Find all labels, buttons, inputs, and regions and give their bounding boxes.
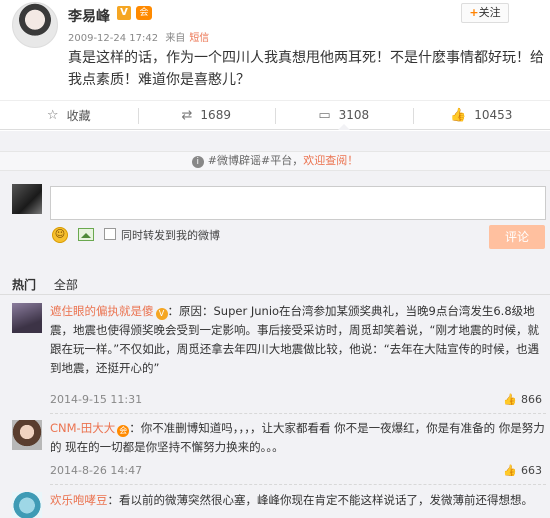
comment-like-button[interactable]: 👍 866 [503, 393, 542, 406]
like-button[interactable]: 👍 10453 [412, 101, 550, 129]
repost-checkbox[interactable] [104, 228, 116, 240]
comment-date: 2014-9-15 11:31 [50, 393, 143, 406]
comment-section: i #微博辟谣#平台，欢迎查阅！ ☺ 同时转发到我的微博 评论 热门 全部 遮住眼… [0, 131, 550, 518]
submit-comment-button[interactable]: 评论 [489, 225, 545, 249]
comment-like-count: 866 [521, 393, 542, 406]
source-prefix: 来自 [165, 33, 186, 44]
post-text: 真是这样的话，作为一个四川人我真想甩他两耳死！不是什麽事情都好玩！给我点素质！难… [68, 50, 544, 88]
follow-button[interactable]: +关注 [461, 3, 509, 23]
image-icon[interactable] [78, 228, 94, 241]
comment-input[interactable] [50, 186, 546, 220]
star-icon: ☆ [46, 107, 59, 123]
verified-badge-icon: V [155, 308, 168, 320]
comment-date: 2014-8-26 14:47 [50, 464, 143, 477]
rumor-notice-bar: i #微博辟谣#平台，欢迎查阅！ [0, 151, 550, 171]
post-source[interactable]: 短信 [189, 33, 209, 44]
comment-like-count: 663 [521, 464, 542, 477]
tabs-divider [0, 294, 550, 295]
comment-icon: ▭ [318, 107, 331, 123]
repost-count: 1689 [200, 108, 231, 122]
comment-tabs: 热门 全部 [12, 276, 92, 293]
commenter-avatar[interactable] [12, 492, 42, 518]
plus-icon: + [469, 6, 479, 19]
comment-body: 遮住眼的偏执就是傻 V ：原因：Super Junio在台湾参加某颁奖典礼，当晚9点… [50, 302, 546, 378]
comment-like-button[interactable]: 👍 663 [503, 464, 542, 477]
notice-link[interactable]: 欢迎查阅！ [303, 154, 358, 167]
member-badge-icon[interactable]: 会 [136, 6, 152, 20]
tab-all[interactable]: 全部 [54, 278, 78, 292]
post-meta: 2009-12-24 17:42 来自 短信 [68, 29, 213, 44]
emoji-icon[interactable]: ☺ [52, 227, 68, 243]
comment-text: ：看以前的微薄突然很心塞，峰峰你现在肯定不能这样说话了，发微薄前还得想想。 [107, 493, 534, 507]
notice-text: #微博辟谣#平台， [207, 154, 304, 167]
post-action-bar: ☆ 收藏 ⇄ 1689 ▭ 3108 👍 10453 [0, 100, 550, 130]
commenter-avatar[interactable] [12, 303, 42, 333]
tab-hot[interactable]: 热门 [12, 278, 36, 292]
favorite-button[interactable]: ☆ 收藏 [0, 101, 138, 129]
current-user-avatar[interactable] [12, 184, 42, 214]
comment-count: 3108 [338, 108, 370, 122]
commenter-name[interactable]: 欢乐咆哮豆 [50, 493, 108, 507]
repost-button[interactable]: ⇄ 1689 [137, 101, 276, 129]
comment-body: CNM-田大大会：你不准删博知道吗，，，，让大家都看看 你不是一夜爆红，你是有准… [50, 419, 546, 457]
info-icon: i [191, 156, 204, 168]
comment-divider [50, 413, 546, 414]
member-badge-icon: 会 [117, 425, 130, 437]
post-timestamp[interactable]: 2009-12-24 17:42 [68, 33, 158, 44]
comment-divider [50, 484, 546, 485]
commenter-name[interactable]: CNM-田大大 [50, 421, 115, 435]
comment-button[interactable]: ▭ 3108 [275, 101, 413, 130]
like-icon: 👍 [450, 107, 467, 123]
author-name[interactable]: 李易峰 [68, 6, 110, 26]
thumbs-up-icon: 👍 [503, 464, 517, 477]
author-avatar[interactable] [12, 2, 58, 48]
comment-footer: 2014-9-15 11:31 👍 866 [50, 393, 546, 406]
comment-footer: 2014-8-26 14:47 👍 663 [50, 464, 546, 477]
repost-checkbox-label[interactable]: 同时转发到我的微博 [121, 227, 220, 243]
comment-body: 欢乐咆哮豆：看以前的微薄突然很心塞，峰峰你现在肯定不能这样说话了，发微薄前还得想… [50, 491, 546, 510]
verified-badge-icon[interactable]: V [117, 6, 131, 20]
commenter-avatar[interactable] [12, 420, 42, 450]
thumbs-up-icon: 👍 [503, 393, 517, 406]
like-count: 10453 [474, 108, 513, 122]
commenter-name[interactable]: 遮住眼的偏执就是傻 [50, 304, 154, 318]
follow-button-label: 关注 [478, 6, 501, 19]
favorite-label: 收藏 [66, 108, 91, 123]
repost-icon: ⇄ [181, 107, 193, 123]
